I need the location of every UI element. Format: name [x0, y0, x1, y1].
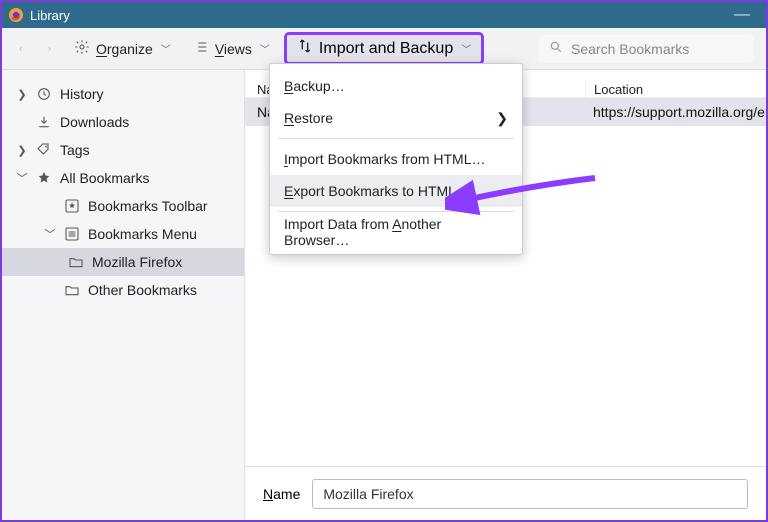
sidebar-item-downloads[interactable]: Downloads: [2, 108, 244, 136]
import-backup-label: Import and Backup: [319, 40, 453, 58]
menu-separator: [278, 211, 514, 212]
chevron-down-icon: ﹀: [260, 41, 270, 56]
chevron-down-icon: ﹀: [44, 226, 56, 242]
sidebar-item-bookmarks-menu[interactable]: ﹀ Bookmarks Menu: [2, 220, 244, 248]
sidebar-item-label: Mozilla Firefox: [92, 254, 182, 270]
views-menu[interactable]: Views ﹀: [185, 36, 278, 61]
menu-item-restore[interactable]: Restore ❯: [270, 102, 522, 134]
menu-item-export-html[interactable]: Export Bookmarks to HTML…: [270, 175, 522, 207]
menu-item-backup[interactable]: Backup…: [270, 70, 522, 102]
detail-name-label: Name: [263, 486, 300, 502]
firefox-icon: [8, 7, 24, 23]
detail-bar: Name: [245, 466, 766, 520]
sidebar-item-label: Tags: [60, 142, 90, 158]
download-icon: [36, 114, 52, 130]
search-icon: [549, 40, 563, 57]
chevron-down-icon: ﹀: [461, 41, 471, 56]
sidebar-item-label: Bookmarks Toolbar: [88, 198, 208, 214]
folder-icon: [64, 282, 80, 298]
back-button[interactable]: [10, 37, 32, 61]
cell-location: https://support.mozilla.org/e: [585, 104, 766, 120]
search-placeholder: Search Bookmarks: [571, 41, 689, 57]
sidebar-item-label: History: [60, 86, 104, 102]
import-backup-menu[interactable]: Import and Backup ﹀: [284, 32, 484, 65]
window-title: Library: [30, 8, 724, 23]
menu-item-import-browser[interactable]: Import Data from Another Browser…: [270, 216, 522, 248]
menu-box-icon: [64, 226, 80, 242]
sidebar-item-label: Bookmarks Menu: [88, 226, 197, 242]
import-export-icon: [297, 38, 313, 59]
organize-label: Organize: [96, 41, 153, 57]
chevron-right-icon: ❯: [16, 144, 28, 157]
folder-icon: [68, 254, 84, 270]
views-label: Views: [215, 41, 252, 57]
list-icon: [193, 39, 209, 58]
sidebar-item-label: All Bookmarks: [60, 170, 149, 186]
search-input[interactable]: Search Bookmarks: [539, 35, 754, 63]
star-icon: [36, 170, 52, 186]
window-titlebar: Library —: [2, 2, 766, 28]
menu-item-import-html[interactable]: Import Bookmarks from HTML…: [270, 143, 522, 175]
forward-button: [38, 37, 60, 61]
sidebar-item-tags[interactable]: ❯ Tags: [2, 136, 244, 164]
sidebar-item-label: Downloads: [60, 114, 129, 130]
chevron-down-icon: ﹀: [16, 170, 28, 186]
menu-separator: [278, 138, 514, 139]
gear-icon: [74, 39, 90, 58]
chevron-down-icon: ﹀: [161, 41, 171, 56]
import-backup-dropdown: Backup… Restore ❯ Import Bookmarks from …: [269, 63, 523, 255]
content-pane: Name Location Na https://support.mozilla…: [245, 70, 766, 520]
chevron-right-icon: ❯: [496, 110, 508, 127]
column-header-location[interactable]: Location: [585, 82, 766, 97]
sidebar-item-other-bookmarks[interactable]: Other Bookmarks: [2, 276, 244, 304]
sidebar-item-mozilla-firefox[interactable]: Mozilla Firefox: [2, 248, 244, 276]
detail-name-input[interactable]: [312, 479, 748, 509]
sidebar-item-label: Other Bookmarks: [88, 282, 197, 298]
star-box-icon: [64, 198, 80, 214]
clock-icon: [36, 86, 52, 102]
organize-menu[interactable]: Organize ﹀: [66, 36, 179, 61]
sidebar-item-bookmarks-toolbar[interactable]: Bookmarks Toolbar: [2, 192, 244, 220]
sidebar-tree: ❯ History Downloads ❯ Tags ﹀ All Bookmar…: [2, 70, 245, 520]
tags-icon: [36, 142, 52, 158]
sidebar-item-history[interactable]: ❯ History: [2, 80, 244, 108]
window-minimize-button[interactable]: —: [724, 6, 760, 24]
sidebar-item-all-bookmarks[interactable]: ﹀ All Bookmarks: [2, 164, 244, 192]
chevron-right-icon: ❯: [16, 88, 28, 101]
